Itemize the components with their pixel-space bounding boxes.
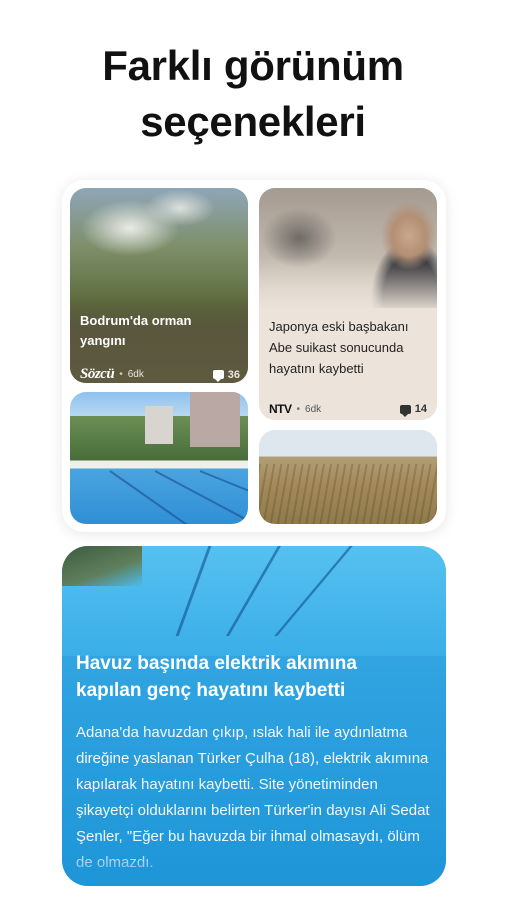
comment-count-value: 36	[227, 368, 240, 381]
featured-news-card[interactable]: Havuz başında elektrik akımına kapılan g…	[62, 546, 446, 886]
pool-lane	[109, 470, 209, 524]
news-card-forest-fire[interactable]: Bodrum'da orman yangını Sözcü • 6dk 36	[70, 188, 248, 383]
news-card-age: 6dk	[305, 403, 322, 415]
building-shape	[145, 406, 173, 444]
news-card-japan[interactable]: Japonya eski başbakanı Abe suikast sonuc…	[259, 188, 437, 420]
news-card-meta: NTV • 6dk 14	[269, 402, 427, 417]
pool-lane	[199, 470, 248, 517]
comment-icon	[399, 404, 411, 417]
featured-news-title: Havuz başında elektrik akımına kapılan g…	[76, 653, 357, 701]
building-shape	[190, 392, 240, 447]
comment-count[interactable]: 36	[212, 368, 240, 382]
grid-view-preview: Bodrum'da orman yangını Sözcü • 6dk 36 J…	[62, 180, 446, 532]
news-card-meta: Sözcü • 6dk 36	[80, 366, 240, 383]
comment-count-value: 14	[414, 403, 427, 415]
source-logo-ntv: NTV	[269, 402, 292, 416]
news-card-title: Bodrum'da orman yangını	[80, 313, 192, 348]
field-rows	[259, 464, 437, 524]
news-card-title: Japonya eski başbakanı Abe suikast sonuc…	[269, 319, 409, 376]
comment-icon	[212, 370, 224, 382]
source-logo-sozcu: Sözcü	[80, 366, 115, 382]
featured-image-railing	[62, 546, 142, 586]
news-card-age: 6dk	[127, 369, 144, 380]
comment-count[interactable]: 14	[399, 403, 427, 417]
news-card-field-image[interactable]	[259, 430, 437, 524]
news-card-pool-image[interactable]	[70, 392, 248, 524]
meta-separator: •	[119, 369, 123, 380]
meta-separator: •	[296, 403, 301, 415]
featured-body-fade	[62, 846, 446, 886]
page-headline: Farklı görünüm seçenekleri	[102, 42, 404, 145]
pool-lane	[154, 470, 248, 524]
card-image-fade	[259, 258, 437, 313]
